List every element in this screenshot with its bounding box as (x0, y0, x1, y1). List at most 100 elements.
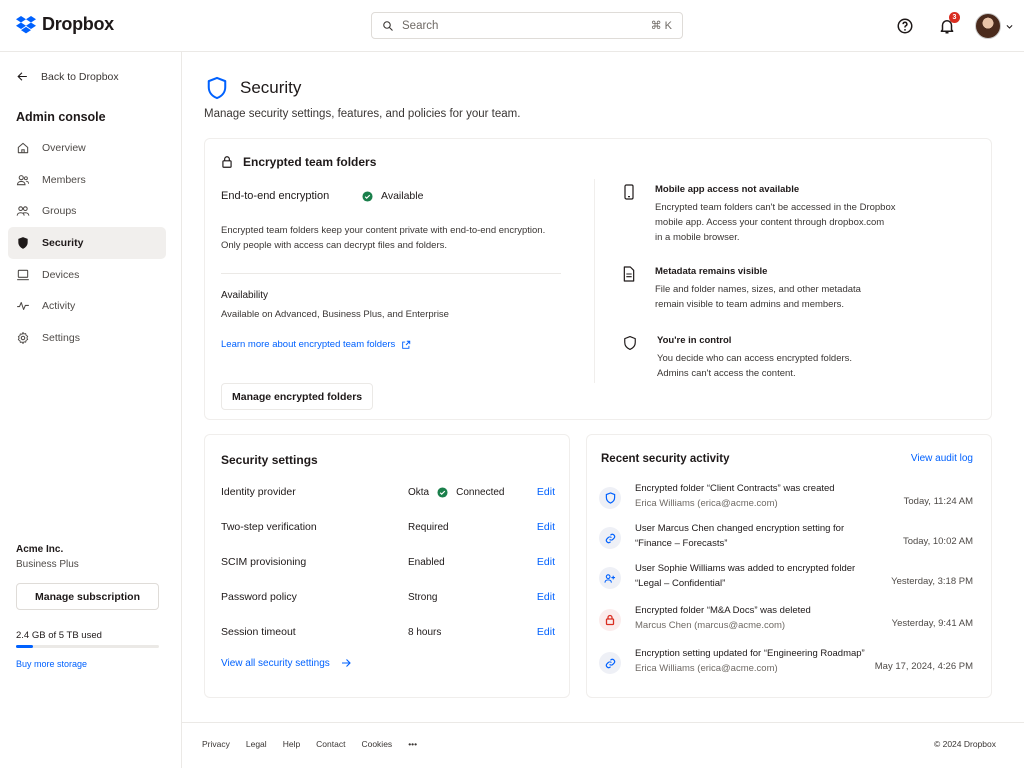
feature-title: You're in control (657, 335, 732, 346)
encrypted-folders-heading: Encrypted team folders (221, 155, 376, 169)
manage-subscription-button[interactable]: Manage subscription (16, 583, 159, 610)
mobile-icon (624, 184, 634, 200)
sidebar-item-activity[interactable]: Activity (8, 290, 166, 322)
shield-outline-icon (207, 76, 227, 100)
setting-label: Identity provider (221, 486, 296, 498)
manage-encrypted-folders-button[interactable]: Manage encrypted folders (221, 383, 374, 410)
top-bar: Dropbox Search ⌘ K 3 (0, 0, 1024, 52)
view-audit-log-link[interactable]: View audit log (911, 453, 973, 464)
activity-icon-badge (599, 487, 621, 509)
setting-row-identity-provider: Identity provider Okta Connected Edit (221, 486, 555, 502)
activity-line: User Sophie Williams was added to encryp… (635, 563, 856, 574)
chevron-down-icon (1006, 24, 1013, 29)
activity-time: May 17, 2024, 4:26 PM (874, 661, 973, 672)
footer-more-menu[interactable]: ••• (408, 739, 417, 749)
activity-subline: Marcus Chen (marcus@acme.com) (635, 620, 786, 631)
activity-item[interactable]: Encrypted folder “M&A Docs” was deleted … (595, 603, 975, 639)
shield-outline-icon (624, 336, 636, 350)
lock-icon (605, 614, 615, 626)
edit-password-policy-link[interactable]: Edit (537, 591, 555, 603)
learn-more-link[interactable]: Learn more about encrypted team folders (221, 339, 411, 350)
setting-label: Password policy (221, 591, 297, 603)
activity-text: User Marcus Chen changed encryption sett… (635, 521, 885, 551)
setting-label: Two-step verification (221, 521, 317, 533)
activity-line: Encryption setting updated for “Engineer… (635, 648, 865, 659)
footer-link-privacy[interactable]: Privacy (202, 739, 230, 749)
edit-session-timeout-link[interactable]: Edit (537, 626, 555, 638)
feature-description: File and folder names, sizes, and other … (655, 282, 915, 312)
search-input[interactable]: Search (402, 20, 643, 32)
setting-value: Enabled (408, 557, 445, 568)
footer-link-contact[interactable]: Contact (316, 739, 345, 749)
activity-line: Encrypted folder “Client Contracts” was … (635, 483, 835, 494)
sidebar: Back to Dropbox Admin console Overview M… (0, 52, 182, 768)
sidebar-item-devices[interactable]: Devices (8, 259, 166, 291)
main-content: Security Manage security settings, featu… (182, 52, 1024, 722)
back-label: Back to Dropbox (41, 70, 119, 83)
setting-value-text: Okta (408, 487, 430, 498)
help-button[interactable] (891, 12, 919, 40)
desc-line: Only people with access can decrypt file… (221, 240, 448, 251)
sidebar-item-members[interactable]: Members (8, 164, 166, 196)
search-bar[interactable]: Search ⌘ K (371, 12, 683, 39)
activity-item[interactable]: Encryption setting updated for “Engineer… (595, 646, 975, 682)
activity-text: Encrypted folder “M&A Docs” was deleted … (635, 603, 885, 633)
copyright: © 2024 Dropbox (933, 739, 996, 749)
sidebar-item-label: Settings (42, 331, 80, 344)
activity-icon-badge (599, 652, 621, 674)
activity-subline: Erica Williams (erica@acme.com) (635, 498, 778, 509)
feature-title: Mobile app access not available (655, 184, 800, 195)
security-settings-card: Security settings Identity provider Okta… (204, 434, 570, 698)
notification-badge: 3 (949, 12, 960, 23)
setting-value: Required (408, 522, 449, 533)
sidebar-item-groups[interactable]: Groups (8, 195, 166, 227)
sidebar-item-overview[interactable]: Overview (8, 132, 166, 164)
activity-time: Yesterday, 3:18 PM (891, 576, 973, 587)
availability-label: Availability (221, 290, 269, 301)
e2e-status-text: Available (381, 190, 424, 202)
activity-icon-badge (599, 567, 621, 589)
activity-line: Encrypted folder “M&A Docs” was deleted (635, 605, 811, 616)
feature-description: Encrypted team folders can't be accessed… (655, 200, 915, 245)
groups-icon (16, 206, 30, 216)
activity-item[interactable]: User Marcus Chen changed encryption sett… (595, 521, 975, 557)
org-plan: Business Plus (16, 559, 79, 570)
gear-icon (17, 331, 29, 344)
back-to-dropbox-link[interactable]: Back to Dropbox (16, 70, 119, 83)
footer-link-legal[interactable]: Legal (246, 739, 267, 749)
activity-time: Today, 10:02 AM (902, 536, 973, 547)
activity-line: User Marcus Chen changed encryption sett… (635, 523, 845, 534)
page-title: Security (206, 76, 301, 100)
view-all-settings-link[interactable]: View all security settings (221, 657, 352, 669)
sidebar-item-settings[interactable]: Settings (8, 322, 166, 354)
org-info: Acme Inc. Business Plus (16, 544, 79, 570)
feature-line: remain visible to team admins and member… (655, 299, 845, 310)
sidebar-item-security[interactable]: Security (8, 227, 166, 259)
setting-row-scim: SCIM provisioning Enabled Edit (221, 556, 555, 572)
activity-item[interactable]: Encrypted folder “Client Contracts” was … (595, 481, 975, 517)
edit-two-step-link[interactable]: Edit (537, 521, 555, 533)
footer-link-help[interactable]: Help (283, 739, 300, 749)
activity-time: Yesterday, 9:41 AM (891, 618, 973, 629)
activity-subline: “Finance – Forecasts” (635, 538, 728, 549)
account-menu[interactable] (975, 13, 1014, 39)
sidebar-item-label: Overview (42, 141, 86, 154)
feature-line: File and folder names, sizes, and other … (655, 284, 861, 295)
search-icon (383, 20, 393, 31)
notifications-button[interactable]: 3 (933, 12, 961, 40)
feature-metadata: Metadata remains visible File and folder… (623, 266, 915, 312)
footer: Privacy Legal Help Contact Cookies ••• ©… (182, 722, 1024, 768)
buy-more-storage-link[interactable]: Buy more storage (16, 659, 87, 669)
edit-scim-link[interactable]: Edit (537, 556, 555, 568)
storage-usage-text: 2.4 GB of 5 TB used (16, 630, 102, 641)
feature-line: Encrypted team folders can't be accessed… (655, 202, 896, 213)
recent-activity-title: Recent security activity (601, 453, 730, 465)
feature-control: You're in control You decide who can acc… (623, 335, 917, 381)
activity-icon-badge (599, 527, 621, 549)
activity-item[interactable]: User Sophie Williams was added to encryp… (595, 561, 975, 597)
e2e-label: End-to-end encryption (221, 190, 330, 202)
footer-link-cookies[interactable]: Cookies (361, 739, 392, 749)
edit-identity-provider-link[interactable]: Edit (537, 486, 555, 498)
dropbox-logo[interactable]: Dropbox (16, 14, 114, 35)
setting-row-password-policy: Password policy Strong Edit (221, 591, 555, 607)
